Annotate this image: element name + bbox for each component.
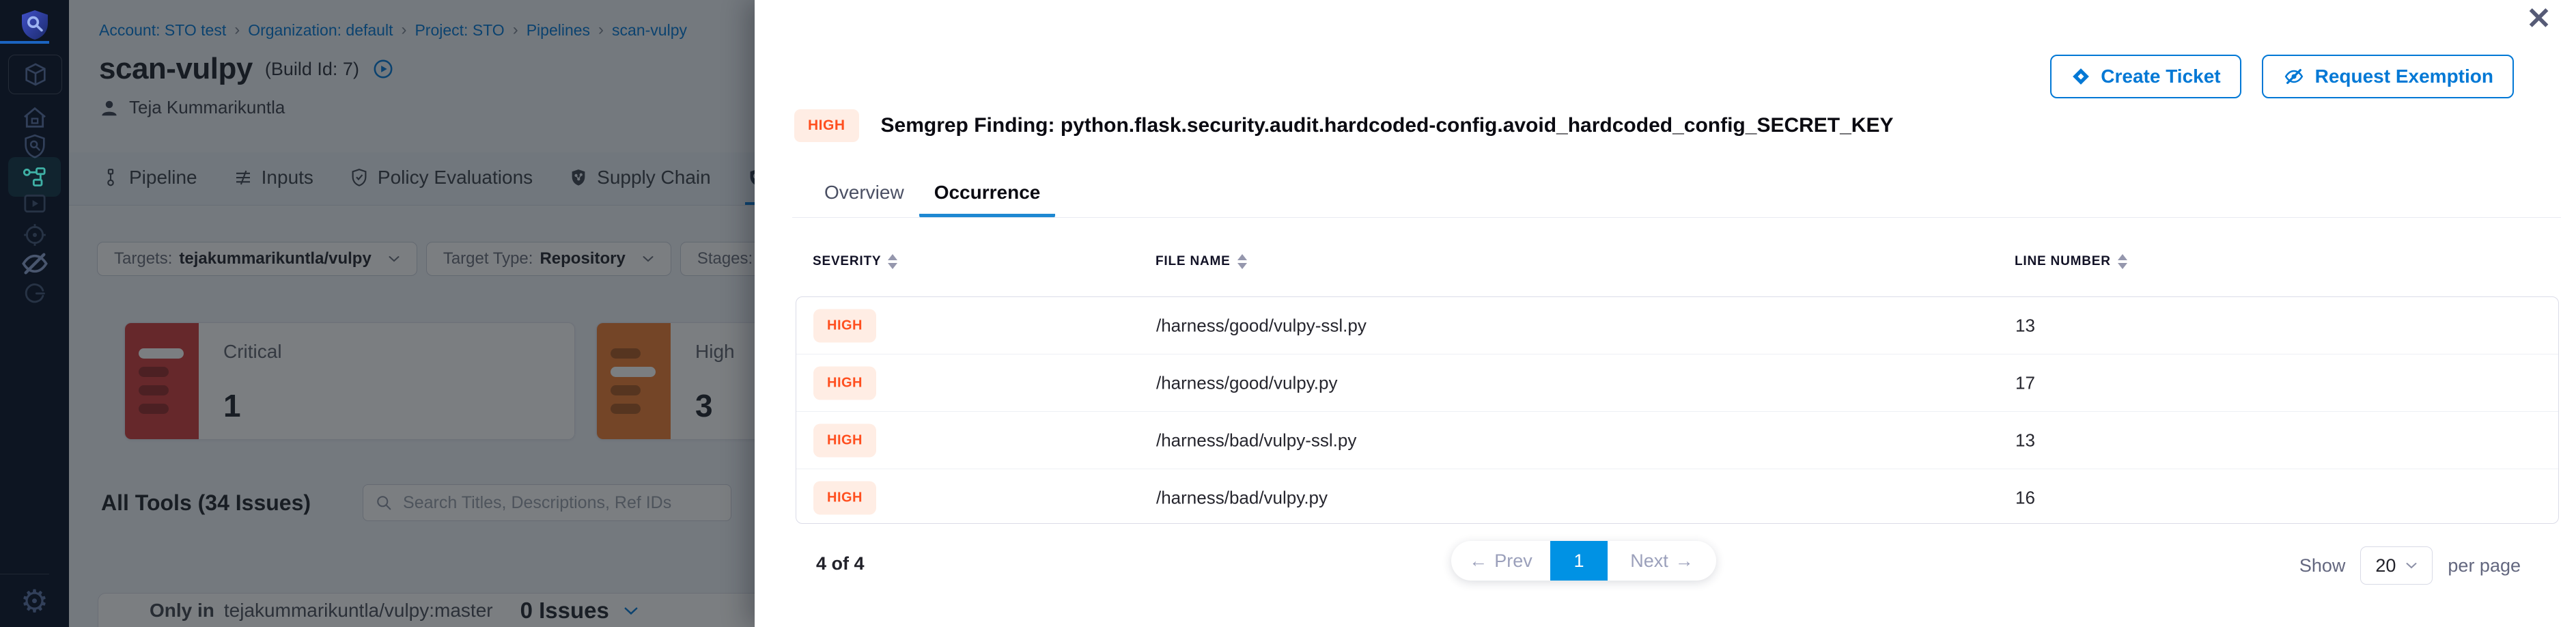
next-page-button[interactable]: Next → bbox=[1608, 541, 1716, 581]
close-icon[interactable]: ✕ bbox=[2526, 1, 2551, 37]
severity-badge: HIGH bbox=[813, 423, 876, 457]
module-cube-icon bbox=[22, 61, 49, 88]
prev-page-button[interactable]: ← Prev bbox=[1451, 541, 1550, 581]
table-row[interactable]: HIGH /harness/bad/vulpy-ssl.py 13 bbox=[796, 411, 2558, 469]
sidebar-item-targets[interactable] bbox=[0, 220, 69, 250]
target-crosshair-icon bbox=[21, 221, 48, 249]
severity-badge: HIGH bbox=[813, 309, 876, 342]
file-name-cell: /harness/good/vulpy.py bbox=[1156, 372, 1337, 393]
page-size-select[interactable]: 20 bbox=[2360, 546, 2433, 585]
file-name-cell: /harness/bad/vulpy-ssl.py bbox=[1156, 430, 1356, 451]
occurrence-table-header: SEVERITY FILE NAME LINE NUMBER bbox=[755, 254, 2576, 277]
home-icon bbox=[21, 104, 48, 131]
line-number-cell: 13 bbox=[2015, 315, 2035, 336]
severity-badge: HIGH bbox=[794, 109, 859, 142]
line-number-cell: 13 bbox=[2015, 430, 2035, 451]
tab-overview[interactable]: Overview bbox=[809, 171, 919, 217]
arrow-left-icon: ← bbox=[1469, 551, 1487, 572]
app-screen: ⚙ Account: STO test › Organization: defa… bbox=[0, 0, 2576, 627]
executions-play-icon bbox=[21, 190, 48, 217]
sidebar-item-module[interactable] bbox=[8, 55, 62, 94]
drawer-tabs: Overview Occurrence bbox=[809, 171, 1055, 217]
file-name-cell: /harness/good/vulpy-ssl.py bbox=[1156, 315, 1367, 336]
line-number-cell: 16 bbox=[2015, 487, 2035, 508]
page-number-active[interactable]: 1 bbox=[1550, 541, 1608, 581]
table-row[interactable]: HIGH /harness/bad/vulpy.py 16 bbox=[796, 469, 2558, 524]
per-page-label: per page bbox=[2448, 555, 2521, 576]
file-name-cell: /harness/bad/vulpy.py bbox=[1156, 487, 1328, 508]
tabs-divider bbox=[792, 217, 2561, 218]
sort-icon bbox=[2118, 254, 2127, 269]
severity-badge: HIGH bbox=[813, 481, 876, 514]
arrow-right-icon: → bbox=[1675, 551, 1694, 572]
sort-icon bbox=[888, 254, 897, 269]
settings-gear-icon[interactable]: ⚙ bbox=[0, 582, 69, 620]
chevron-down-icon bbox=[2405, 561, 2418, 570]
pagination-pill: ← Prev 1 Next → bbox=[1451, 541, 1716, 581]
active-module-underline bbox=[0, 41, 49, 44]
sort-icon bbox=[1237, 254, 1247, 269]
finding-detail-drawer: ✕ Create Ticket Request Exemption HIGH bbox=[755, 0, 2576, 627]
left-nav-sidebar: ⚙ bbox=[0, 0, 69, 627]
line-number-cell: 17 bbox=[2015, 372, 2035, 393]
occurrence-table: HIGH /harness/good/vulpy-ssl.py 13 HIGH … bbox=[796, 296, 2559, 524]
sidebar-item-baseline[interactable] bbox=[0, 249, 69, 279]
sidebar-item-executions[interactable] bbox=[0, 189, 69, 219]
sort-line-number-header[interactable]: LINE NUMBER bbox=[2015, 254, 2127, 269]
shield-search-icon bbox=[21, 133, 48, 160]
pipelines-icon bbox=[20, 163, 50, 191]
tab-occurrence[interactable]: Occurrence bbox=[919, 171, 1056, 217]
sto-logo-icon[interactable] bbox=[0, 7, 69, 42]
pagination-summary: 4 of 4 bbox=[816, 553, 865, 574]
sidebar-item-home[interactable] bbox=[0, 102, 69, 133]
sort-file-name-header[interactable]: FILE NAME bbox=[1156, 254, 1247, 269]
request-exemption-button[interactable]: Request Exemption bbox=[2262, 55, 2514, 98]
table-row[interactable]: HIGH /harness/good/vulpy.py 17 bbox=[796, 354, 2558, 411]
severity-badge: HIGH bbox=[813, 366, 876, 400]
table-row[interactable]: HIGH /harness/good/vulpy-ssl.py 13 bbox=[796, 297, 2558, 354]
eye-off-icon bbox=[20, 250, 50, 277]
finding-title: Semgrep Finding: python.flask.security.a… bbox=[881, 114, 1894, 137]
show-label: Show bbox=[2299, 555, 2346, 576]
exemption-eye-off-icon bbox=[2282, 66, 2306, 87]
enforcement-icon bbox=[22, 281, 48, 307]
create-ticket-button[interactable]: Create Ticket bbox=[2050, 55, 2241, 98]
sidebar-item-enforcement[interactable] bbox=[0, 279, 69, 309]
sort-severity-header[interactable]: SEVERITY bbox=[813, 254, 897, 269]
ticket-diamond-icon bbox=[2071, 66, 2091, 87]
